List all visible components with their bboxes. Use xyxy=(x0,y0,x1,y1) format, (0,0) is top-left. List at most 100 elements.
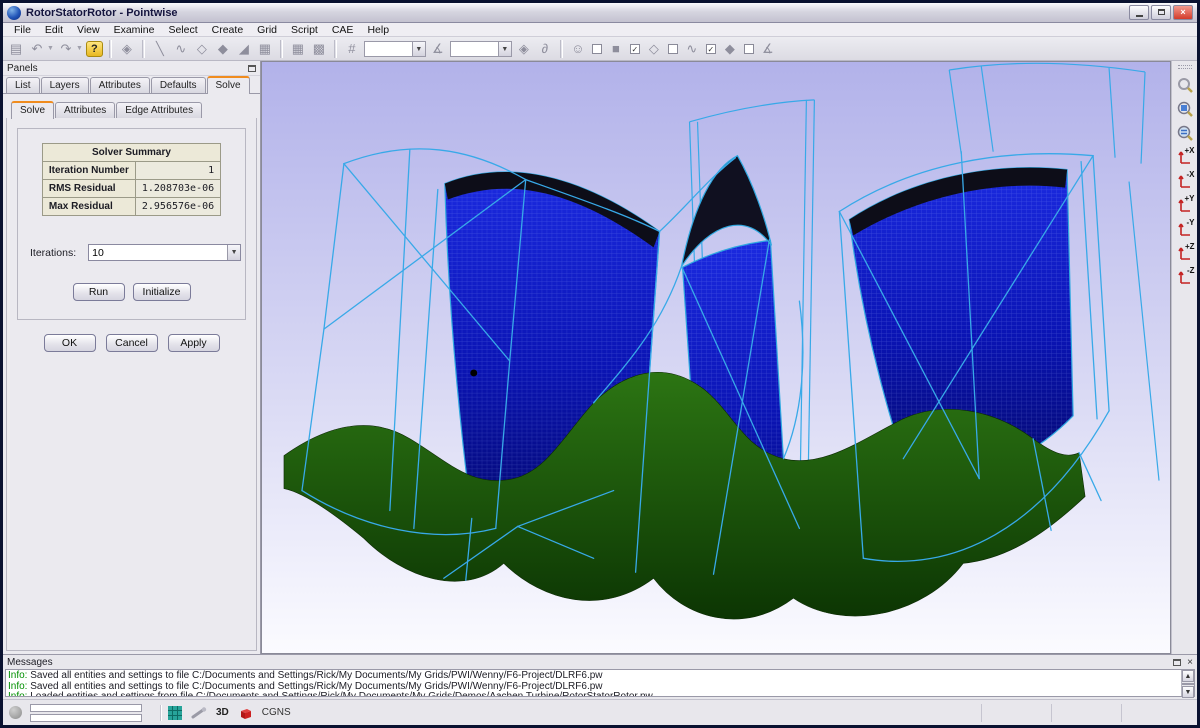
messages-caption-bar[interactable]: Messages × xyxy=(3,655,1197,669)
view-plus-x-button[interactable]: +X xyxy=(1174,146,1196,167)
scroll-up-icon[interactable]: ▲ xyxy=(1182,670,1194,682)
3d-viewport[interactable] xyxy=(261,61,1171,654)
redo-icon[interactable]: ↷ xyxy=(57,40,75,58)
menu-examine[interactable]: Examine xyxy=(107,24,162,36)
close-messages-icon[interactable]: × xyxy=(1187,657,1193,668)
message-log: Info: Saved all entities and settings to… xyxy=(6,670,1181,696)
create-surface-icon[interactable]: ◇ xyxy=(193,40,211,58)
help-icon[interactable]: ? xyxy=(86,41,103,57)
iterations-input[interactable] xyxy=(89,247,227,259)
angle-icon[interactable]: ∡ xyxy=(429,40,447,58)
create-extrude-icon[interactable]: ◢ xyxy=(235,40,253,58)
chevron-down-icon[interactable]: ▼ xyxy=(227,245,240,260)
initialize-domain-icon[interactable]: ◈ xyxy=(515,40,533,58)
max-residual-value: 2.956576e-06 xyxy=(135,198,220,216)
menu-select[interactable]: Select xyxy=(161,24,204,36)
shade-icon[interactable]: ☺ xyxy=(569,40,587,58)
surface-toggle-icon[interactable]: ◇ xyxy=(645,40,663,58)
structured-grid-icon[interactable]: ▦ xyxy=(289,40,307,58)
menu-edit[interactable]: Edit xyxy=(38,24,70,36)
redo-dropdown-icon[interactable]: ▼ xyxy=(76,45,83,52)
grid-mode-icon xyxy=(168,706,182,720)
zoom-one-to-one-icon[interactable] xyxy=(1174,122,1196,143)
view-plus-y-button[interactable]: +Y xyxy=(1174,194,1196,215)
float-panel-icon[interactable] xyxy=(248,65,256,72)
undo-icon[interactable]: ↶ xyxy=(28,40,46,58)
scrollbar-thumb[interactable] xyxy=(1182,683,1194,685)
probe-tool-icon xyxy=(191,707,207,719)
domain-checkbox[interactable] xyxy=(744,44,754,54)
iterations-combobox[interactable]: ▼ xyxy=(88,244,241,261)
unstructured-grid-icon[interactable]: ▩ xyxy=(310,40,328,58)
tab-attributes-inner[interactable]: Attributes xyxy=(55,102,115,118)
tab-list[interactable]: List xyxy=(6,77,40,93)
ok-button[interactable]: OK xyxy=(44,334,96,352)
create-curve-icon[interactable]: ∿ xyxy=(172,40,190,58)
dimension-mode-label: 3D xyxy=(216,707,229,718)
tab-solve[interactable]: Solve xyxy=(207,76,250,94)
menu-grid[interactable]: Grid xyxy=(250,24,284,36)
log-line: Info: Loaded entities and settings from … xyxy=(8,692,1179,696)
dimension-combobox[interactable]: ▼ xyxy=(364,41,426,57)
initialize-button[interactable]: Initialize xyxy=(133,283,191,301)
curve-toggle-icon[interactable]: ∿ xyxy=(683,40,701,58)
create-segment-icon[interactable]: ╲ xyxy=(151,40,169,58)
restore-button[interactable] xyxy=(1151,5,1171,20)
chevron-down-icon[interactable]: ▼ xyxy=(498,42,511,56)
tab-edge-attributes-inner[interactable]: Edge Attributes xyxy=(116,102,202,118)
minimize-button[interactable] xyxy=(1129,5,1149,20)
angle-combobox[interactable]: ▼ xyxy=(450,41,512,57)
angle-toggle-icon[interactable]: ∡ xyxy=(759,40,777,58)
panels-caption-bar[interactable]: Panels xyxy=(3,61,260,76)
menu-help[interactable]: Help xyxy=(360,24,396,36)
toolbar-grip[interactable] xyxy=(1178,65,1192,69)
surface-checkbox[interactable] xyxy=(668,44,678,54)
dimension-icon[interactable]: # xyxy=(343,40,361,58)
chevron-down-icon[interactable]: ▼ xyxy=(412,42,425,56)
title-bar[interactable]: RotorStatorRotor - Pointwise × xyxy=(3,3,1197,23)
tab-attributes[interactable]: Attributes xyxy=(90,77,150,93)
zoom-extents-icon[interactable] xyxy=(1174,98,1196,119)
tab-layers[interactable]: Layers xyxy=(41,77,89,93)
close-button[interactable]: × xyxy=(1173,5,1193,20)
block-checkbox[interactable]: ✓ xyxy=(630,44,640,54)
curve-checkbox[interactable]: ✓ xyxy=(706,44,716,54)
solver-summary-table: Solver Summary Iteration Number 1 RMS Re… xyxy=(42,143,221,216)
shade-checkbox[interactable] xyxy=(592,44,602,54)
derivative-icon[interactable]: ∂ xyxy=(536,40,554,58)
menu-bar: File Edit View Examine Select Create Gri… xyxy=(3,23,1197,37)
save-icon[interactable]: ▤ xyxy=(7,40,25,58)
layers-icon[interactable]: ◈ xyxy=(118,40,136,58)
menu-view[interactable]: View xyxy=(70,24,107,36)
cancel-button[interactable]: Cancel xyxy=(106,334,158,352)
view-minus-x-button[interactable]: -X xyxy=(1174,170,1196,191)
menu-script[interactable]: Script xyxy=(284,24,325,36)
view-minus-z-button[interactable]: -Z xyxy=(1174,266,1196,287)
scroll-down-icon[interactable]: ▼ xyxy=(1182,686,1194,698)
panels-caption: Panels xyxy=(7,63,248,74)
solver-groupbox: Solver Summary Iteration Number 1 RMS Re… xyxy=(17,128,246,320)
tab-defaults[interactable]: Defaults xyxy=(151,77,206,93)
window-title: RotorStatorRotor - Pointwise xyxy=(26,7,1129,19)
menu-cae[interactable]: CAE xyxy=(325,24,361,36)
tab-solve-inner[interactable]: Solve xyxy=(11,101,54,119)
view-plus-z-button[interactable]: +Z xyxy=(1174,242,1196,263)
undo-dropdown-icon[interactable]: ▼ xyxy=(47,45,54,52)
apply-button[interactable]: Apply xyxy=(168,334,220,352)
run-button[interactable]: Run xyxy=(73,283,125,301)
iteration-number-label: Iteration Number xyxy=(42,162,135,180)
statusbar-segment xyxy=(981,704,1051,722)
toolbar-separator xyxy=(109,40,112,58)
domain-toggle-icon[interactable]: ◆ xyxy=(721,40,739,58)
create-domain-icon[interactable]: ◆ xyxy=(214,40,232,58)
zoom-icon[interactable] xyxy=(1174,74,1196,95)
menu-file[interactable]: File xyxy=(7,24,38,36)
float-messages-icon[interactable] xyxy=(1173,659,1181,666)
statusbar-separator xyxy=(160,705,162,721)
block-toggle-icon[interactable]: ■ xyxy=(607,40,625,58)
menu-create[interactable]: Create xyxy=(205,24,251,36)
panels-sidebar: Panels List Layers Attributes Defaults S… xyxy=(3,61,261,654)
create-block-icon[interactable]: ▦ xyxy=(256,40,274,58)
view-minus-y-button[interactable]: -Y xyxy=(1174,218,1196,239)
messages-scrollbar[interactable]: ▲ ▼ xyxy=(1181,670,1194,696)
